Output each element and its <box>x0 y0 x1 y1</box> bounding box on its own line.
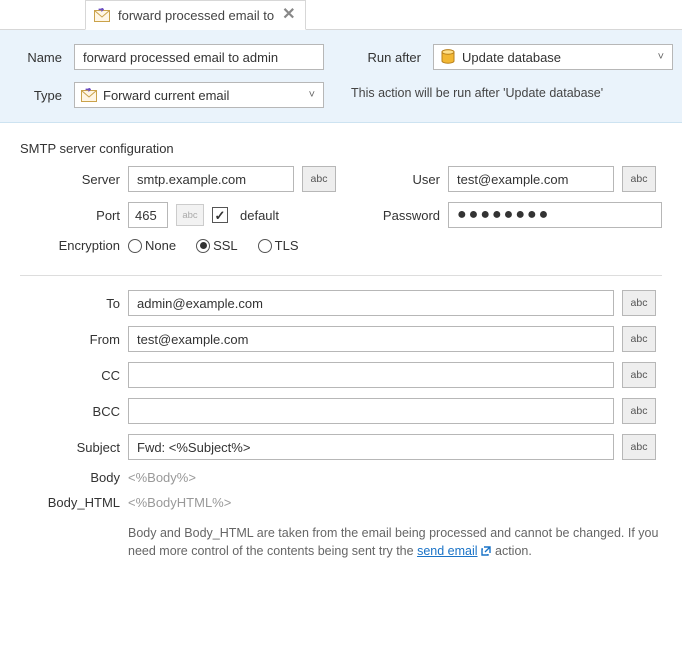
subject-input[interactable] <box>128 434 614 460</box>
to-input[interactable] <box>128 290 614 316</box>
password-input[interactable] <box>448 202 662 228</box>
enc-none-label: None <box>145 238 176 253</box>
name-input[interactable] <box>74 44 324 70</box>
enc-tls-label: TLS <box>275 238 299 253</box>
port-input[interactable] <box>128 202 168 228</box>
body-value: <%Body%> <box>128 470 662 485</box>
cc-abc-button[interactable]: abc <box>622 362 656 388</box>
smtp-title: SMTP server configuration <box>20 141 662 156</box>
subject-label: Subject <box>20 440 120 455</box>
encryption-ssl-radio[interactable]: SSL <box>196 238 238 253</box>
cc-label: CC <box>20 368 120 383</box>
encryption-none-radio[interactable]: None <box>128 238 176 253</box>
user-label: User <box>350 172 440 187</box>
email-fields-section: To abc From abc CC abc BCC abc Subject a… <box>0 276 682 582</box>
user-input[interactable] <box>448 166 614 192</box>
server-abc-button[interactable]: abc <box>302 166 336 192</box>
runafter-value: Update database <box>462 50 666 65</box>
database-icon <box>440 49 456 65</box>
header-panel: Name Run after Update database ˅ Type <box>0 30 682 123</box>
subject-abc-button[interactable]: abc <box>622 434 656 460</box>
type-value: Forward current email <box>103 88 317 103</box>
bcc-label: BCC <box>20 404 120 419</box>
encryption-tls-radio[interactable]: TLS <box>258 238 299 253</box>
user-abc-button[interactable]: abc <box>622 166 656 192</box>
name-label: Name <box>20 50 62 65</box>
server-input[interactable] <box>128 166 294 192</box>
smtp-section: SMTP server configuration Server abc Use… <box>0 123 682 261</box>
to-abc-button[interactable]: abc <box>622 290 656 316</box>
body-note: Body and Body_HTML are taken from the em… <box>128 524 662 562</box>
radio-icon <box>128 239 142 253</box>
from-input[interactable] <box>128 326 614 352</box>
bodyhtml-value: <%BodyHTML%> <box>128 495 662 510</box>
runafter-helper-text: This action will be run after 'Update da… <box>351 85 682 102</box>
runafter-dropdown[interactable]: Update database ˅ <box>433 44 673 70</box>
encryption-label: Encryption <box>20 238 120 253</box>
tab-strip: forward processed email to ✕ <box>0 0 682 30</box>
password-label: Password <box>350 208 440 223</box>
tab-label: forward processed email to <box>118 8 274 23</box>
type-label: Type <box>20 88 62 103</box>
from-label: From <box>20 332 120 347</box>
to-label: To <box>20 296 120 311</box>
port-label: Port <box>20 208 120 223</box>
default-label: default <box>240 208 279 223</box>
bcc-input[interactable] <box>128 398 614 424</box>
chevron-down-icon: ˅ <box>309 89 315 101</box>
bodyhtml-label: Body_HTML <box>20 495 120 510</box>
tab-forward-email[interactable]: forward processed email to ✕ <box>85 0 306 30</box>
send-email-link[interactable]: send email <box>417 544 491 558</box>
cc-input[interactable] <box>128 362 614 388</box>
radio-icon <box>196 239 210 253</box>
default-checkbox[interactable] <box>212 207 228 223</box>
note-text-post: action. <box>492 544 532 558</box>
body-label: Body <box>20 470 120 485</box>
chevron-down-icon: ˅ <box>658 51 664 63</box>
from-abc-button[interactable]: abc <box>622 326 656 352</box>
enc-ssl-label: SSL <box>213 238 238 253</box>
note-text-pre: Body and Body_HTML are taken from the em… <box>128 526 658 558</box>
close-icon[interactable]: ✕ <box>282 7 295 23</box>
bcc-abc-button[interactable]: abc <box>622 398 656 424</box>
radio-icon <box>258 239 272 253</box>
external-link-icon <box>480 544 492 562</box>
port-abc-button[interactable]: abc <box>176 204 204 226</box>
envelope-forward-icon <box>94 8 110 22</box>
envelope-forward-icon <box>81 88 97 102</box>
runafter-label: Run after <box>351 50 421 65</box>
server-label: Server <box>20 172 120 187</box>
type-dropdown[interactable]: Forward current email ˅ <box>74 82 324 108</box>
